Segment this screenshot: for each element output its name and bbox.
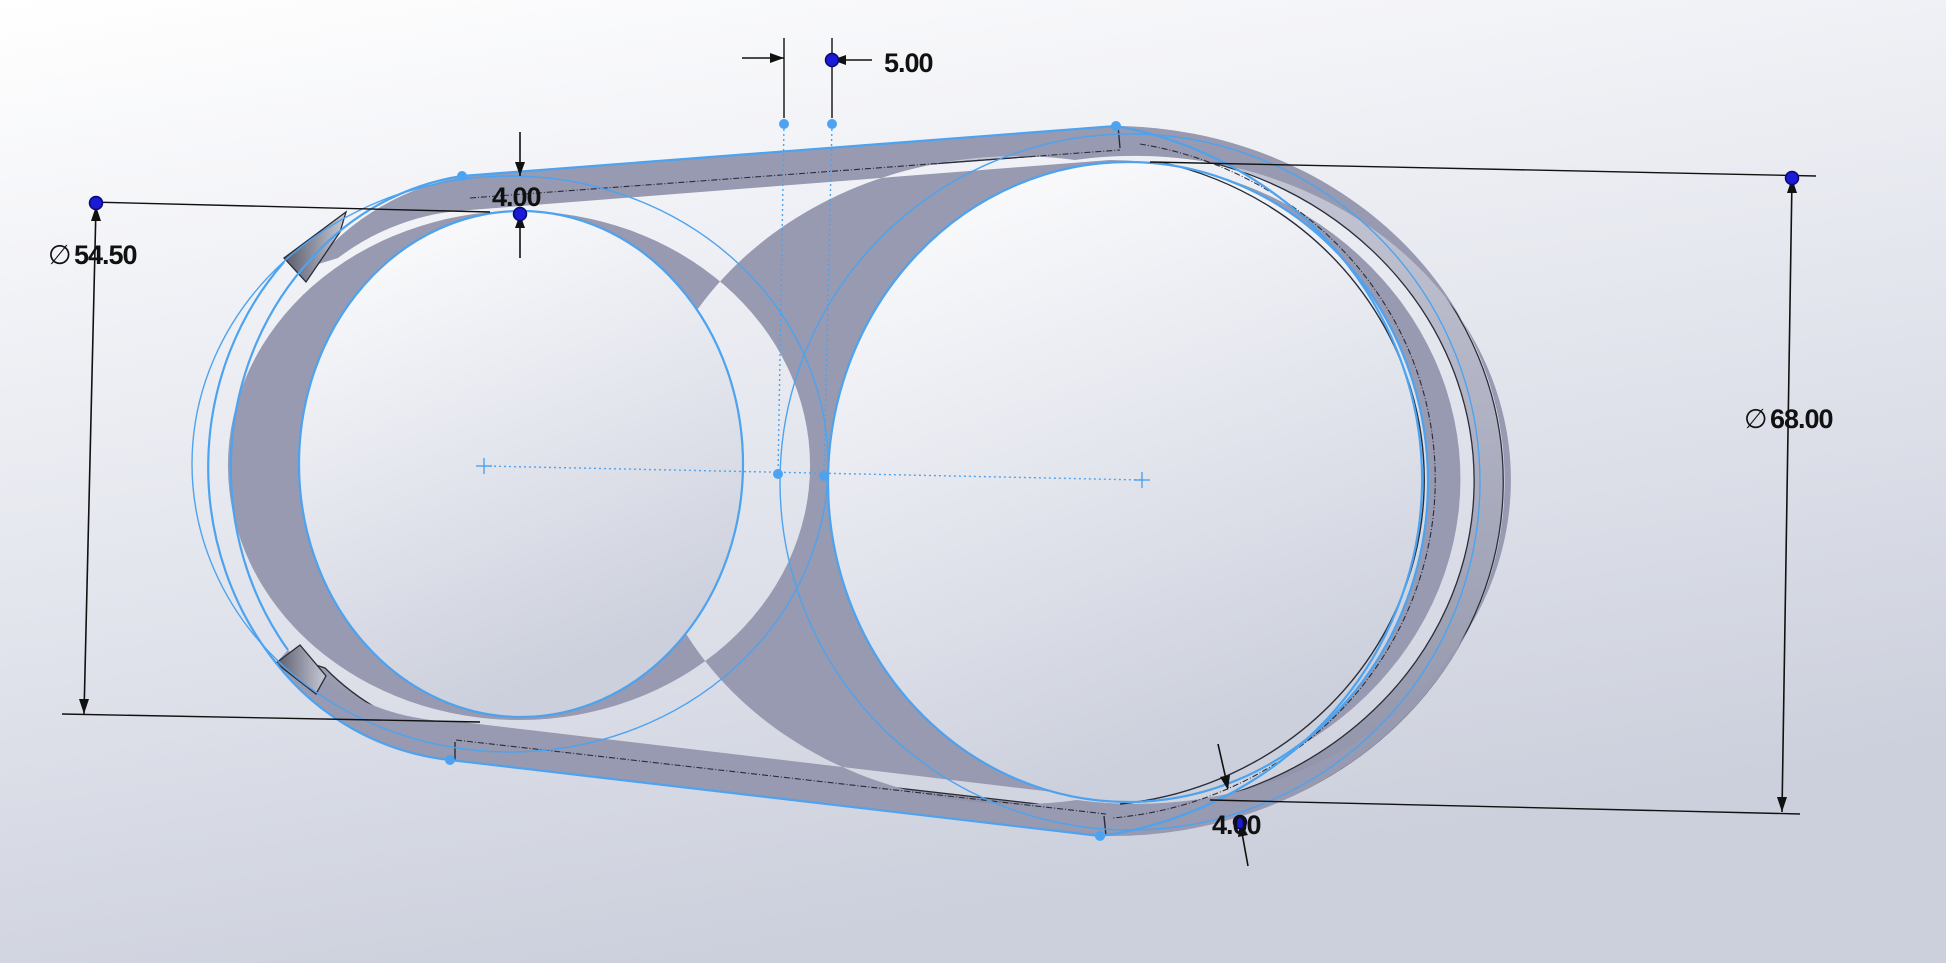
diameter-symbol: ∅	[1744, 404, 1768, 435]
dimension-small-diameter-value[interactable]: 54.50	[74, 240, 138, 270]
sketch-point[interactable]	[779, 119, 789, 129]
dimension-top-thickness-value[interactable]: 4.00	[492, 182, 542, 212]
dimension-drag-handle[interactable]	[88, 195, 104, 211]
sketch-point[interactable]	[457, 171, 467, 181]
dimension-bottom-thickness-value[interactable]: 4.00	[1212, 810, 1262, 840]
small-bore	[298, 210, 744, 718]
dimension-drag-handle[interactable]	[824, 52, 840, 68]
sketch-point[interactable]	[1111, 121, 1121, 131]
diameter-symbol: ∅	[48, 240, 72, 271]
sketch-point[interactable]	[773, 469, 783, 479]
dimension-drag-handle[interactable]	[1784, 170, 1800, 186]
sketch-point[interactable]	[445, 755, 455, 765]
sketch-point[interactable]	[819, 471, 829, 481]
dimension-spacing-value[interactable]: 5.00	[884, 48, 934, 78]
sketch-point[interactable]	[1095, 831, 1105, 841]
cad-drawing-area[interactable]: 5.00 4.00 4.00 ∅ 54.50 ∅ 68.00	[0, 0, 1946, 963]
dimension-large-diameter-value[interactable]: 68.00	[1770, 404, 1834, 434]
graphics-viewport[interactable]: 5.00 4.00 4.00 ∅ 54.50 ∅ 68.00	[0, 0, 1946, 963]
sketch-point[interactable]	[827, 119, 837, 129]
